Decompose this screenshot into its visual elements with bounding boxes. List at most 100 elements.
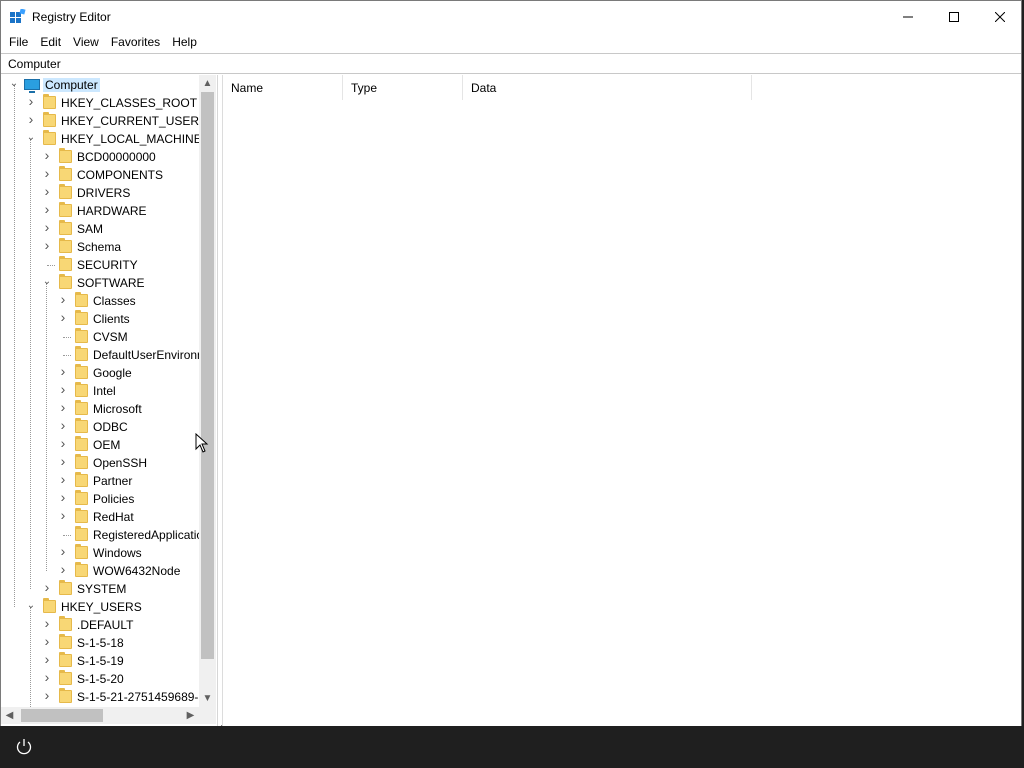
chevron-right-icon[interactable]: ›	[41, 184, 53, 198]
tree-item-windows[interactable]: › Windows	[1, 544, 199, 562]
menu-favorites[interactable]: Favorites	[105, 32, 166, 52]
tree-item-label: Intel	[93, 384, 116, 398]
tree-item-hardware[interactable]: › HARDWARE	[1, 202, 199, 220]
tree-item-classes[interactable]: › Classes	[1, 292, 199, 310]
folder-icon	[75, 472, 88, 487]
chevron-right-icon[interactable]: ›	[57, 310, 69, 324]
chevron-right-icon[interactable]: ›	[41, 688, 53, 702]
menu-bar: File Edit View Favorites Help	[1, 32, 1021, 52]
tree-item-security[interactable]: SECURITY	[1, 256, 199, 274]
chevron-right-icon[interactable]: ›	[57, 436, 69, 450]
tree-item-partner[interactable]: › Partner	[1, 472, 199, 490]
tree-item-bcd00000000[interactable]: › BCD00000000	[1, 148, 199, 166]
tree-item-components[interactable]: › COMPONENTS	[1, 166, 199, 184]
pane-splitter[interactable]	[217, 75, 221, 726]
tree-item-computer[interactable]: ⌄ Computer	[1, 76, 199, 94]
tree-vertical-scrollbar[interactable]: ▲ ▼	[199, 75, 216, 707]
tree-item-drivers[interactable]: › DRIVERS	[1, 184, 199, 202]
chevron-right-icon[interactable]: ›	[57, 472, 69, 486]
maximize-button[interactable]	[931, 1, 977, 32]
tree-item-intel[interactable]: › Intel	[1, 382, 199, 400]
scroll-up-arrow-icon[interactable]: ▲	[199, 75, 216, 92]
tree-item-label: S-1-5-18	[77, 636, 124, 650]
close-button[interactable]	[977, 1, 1023, 32]
tree-item-hkey-classes-root[interactable]: › HKEY_CLASSES_ROOT	[1, 94, 199, 112]
chevron-right-icon[interactable]: ›	[57, 382, 69, 396]
scroll-down-arrow-icon[interactable]: ▼	[199, 690, 216, 707]
tree-item-defaultuserenvironn[interactable]: DefaultUserEnvironn	[1, 346, 199, 364]
chevron-right-icon[interactable]: ›	[41, 148, 53, 162]
menu-help[interactable]: Help	[166, 32, 203, 52]
chevron-right-icon[interactable]: ›	[41, 166, 53, 180]
tree-item-hkey-current-user[interactable]: › HKEY_CURRENT_USER	[1, 112, 199, 130]
chevron-right-icon[interactable]: ›	[57, 400, 69, 414]
power-icon[interactable]	[14, 737, 34, 757]
scroll-right-arrow-icon[interactable]: ▶	[182, 707, 199, 724]
tree-item-registeredapplicatic[interactable]: RegisteredApplicatic	[1, 526, 199, 544]
menu-edit[interactable]: Edit	[34, 32, 67, 52]
tree-item-label: WOW6432Node	[93, 564, 181, 578]
horizontal-scroll-thumb[interactable]	[21, 709, 103, 722]
chevron-right-icon[interactable]: ›	[41, 652, 53, 666]
tree-item-s-1-5-18[interactable]: › S-1-5-18	[1, 634, 199, 652]
tree-item-microsoft[interactable]: › Microsoft	[1, 400, 199, 418]
title-bar[interactable]: Registry Editor	[1, 1, 1021, 32]
chevron-right-icon[interactable]: ›	[41, 580, 53, 594]
chevron-down-icon[interactable]: ⌄	[25, 600, 37, 612]
tree-item-software[interactable]: ⌄ SOFTWARE	[1, 274, 199, 292]
chevron-down-icon[interactable]: ⌄	[41, 276, 53, 288]
tree-item-odbc[interactable]: › ODBC	[1, 418, 199, 436]
chevron-right-icon[interactable]: ›	[57, 292, 69, 306]
chevron-right-icon[interactable]: ›	[41, 238, 53, 252]
tree-item-oem[interactable]: › OEM	[1, 436, 199, 454]
chevron-right-icon[interactable]: ›	[41, 634, 53, 648]
scroll-left-arrow-icon[interactable]: ◀	[1, 707, 18, 724]
maximize-icon	[949, 11, 959, 22]
chevron-down-icon[interactable]: ⌄	[25, 132, 37, 144]
chevron-right-icon[interactable]: ›	[41, 670, 53, 684]
tree-item-label: S-1-5-19	[77, 654, 124, 668]
chevron-right-icon[interactable]: ›	[25, 112, 37, 126]
tree-item-clients[interactable]: › Clients	[1, 310, 199, 328]
chevron-right-icon[interactable]: ›	[41, 202, 53, 216]
column-header-data[interactable]: Data	[463, 75, 752, 100]
chevron-right-icon[interactable]: ›	[57, 562, 69, 576]
minimize-button[interactable]	[885, 1, 931, 32]
chevron-right-icon[interactable]: ›	[25, 94, 37, 108]
tree-item-schema[interactable]: › Schema	[1, 238, 199, 256]
column-header-type[interactable]: Type	[343, 75, 463, 100]
chevron-right-icon[interactable]: ›	[57, 490, 69, 504]
tree-horizontal-scrollbar[interactable]: ◀ ▶	[1, 707, 199, 724]
menu-view[interactable]: View	[67, 32, 105, 52]
tree-item-default[interactable]: › .DEFAULT	[1, 616, 199, 634]
column-header-name[interactable]: Name	[223, 75, 343, 100]
tree-item-openssh[interactable]: › OpenSSH	[1, 454, 199, 472]
tree-item-label: .DEFAULT	[77, 618, 134, 632]
tree-item-redhat[interactable]: › RedHat	[1, 508, 199, 526]
chevron-right-icon[interactable]: ›	[41, 220, 53, 234]
tree-item-hkey-local-machine[interactable]: ⌄ HKEY_LOCAL_MACHINE	[1, 130, 199, 148]
tree-item-sam[interactable]: › SAM	[1, 220, 199, 238]
vertical-scroll-thumb[interactable]	[201, 92, 214, 659]
tree-item-cvsm[interactable]: CVSM	[1, 328, 199, 346]
tree-item-wow6432node[interactable]: › WOW6432Node	[1, 562, 199, 580]
chevron-down-icon[interactable]: ⌄	[8, 78, 20, 90]
address-bar[interactable]: Computer	[1, 53, 1021, 74]
tree-connector	[63, 337, 71, 338]
tree-item-system[interactable]: › SYSTEM	[1, 580, 199, 598]
tree-item-label: OEM	[93, 438, 121, 452]
tree-item-google[interactable]: › Google	[1, 364, 199, 382]
key-tree: ⌄ Computer › HKEY_CLASSES_ROOT › HKEY_CURRE…	[1, 75, 199, 707]
chevron-right-icon[interactable]: ›	[57, 454, 69, 468]
tree-item-s-1-5-20[interactable]: › S-1-5-20	[1, 670, 199, 688]
tree-item-s-1-5-19[interactable]: › S-1-5-19	[1, 652, 199, 670]
chevron-right-icon[interactable]: ›	[57, 508, 69, 522]
tree-item-hkey-users[interactable]: ⌄ HKEY_USERS	[1, 598, 199, 616]
chevron-right-icon[interactable]: ›	[57, 364, 69, 378]
chevron-right-icon[interactable]: ›	[57, 418, 69, 432]
chevron-right-icon[interactable]: ›	[57, 544, 69, 558]
tree-item-s-1-5-21-2751459689-1[interactable]: › S-1-5-21-2751459689-1	[1, 688, 199, 706]
chevron-right-icon[interactable]: ›	[41, 616, 53, 630]
tree-item-policies[interactable]: › Policies	[1, 490, 199, 508]
menu-file[interactable]: File	[1, 32, 34, 52]
